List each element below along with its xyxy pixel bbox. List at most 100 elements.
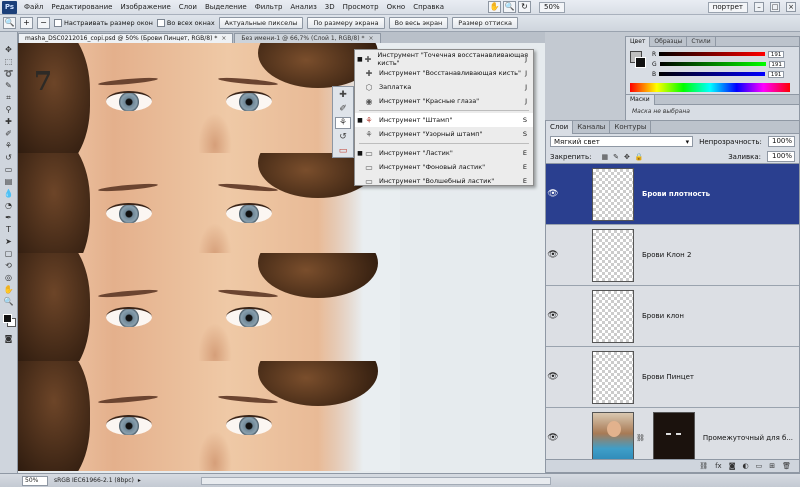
r-slider[interactable]: R 191 xyxy=(652,50,785,58)
menu-view[interactable]: Просмотр xyxy=(339,3,383,11)
resize-windows-checkbox[interactable]: Настраивать размер окон xyxy=(54,19,153,27)
fill-field[interactable]: 100% xyxy=(767,151,795,162)
dodge-tool-icon[interactable]: ◔ xyxy=(2,200,16,211)
layer-mask-thumbnail[interactable] xyxy=(652,411,695,459)
visibility-eye-icon[interactable]: 👁 xyxy=(546,311,560,321)
print-size-button[interactable]: Размер оттиска xyxy=(452,17,519,29)
horizontal-scrollbar[interactable] xyxy=(200,476,551,485)
tab-paths[interactable]: Контуры xyxy=(610,120,652,134)
gradient-tool-icon[interactable]: ▤ xyxy=(2,176,16,187)
tab-masks[interactable]: Маски xyxy=(626,94,655,105)
link-layers-icon[interactable]: ⛓ xyxy=(699,462,708,470)
all-windows-checkbox[interactable]: Во всех окнах xyxy=(156,19,215,27)
hand-tool-icon[interactable]: ✋ xyxy=(2,284,16,295)
brush-tool-icon[interactable]: ✐ xyxy=(2,128,16,139)
flyout-item-spot-healing[interactable]: ■ ✚ Инструмент "Точечная восстанавливающая… xyxy=(355,51,533,67)
new-layer-icon[interactable]: ⊞ xyxy=(769,462,775,470)
close-icon[interactable]: × xyxy=(786,2,796,12)
b-slider[interactable]: B 191 xyxy=(652,70,785,78)
lock-transparent-icon[interactable]: ▦ xyxy=(601,153,608,161)
eraser-tool-icon[interactable]: ▭ xyxy=(2,164,16,175)
fill-screen-button[interactable]: Во весь экран xyxy=(388,17,449,29)
status-zoom-field[interactable]: 50% xyxy=(22,475,48,486)
new-group-icon[interactable]: ▭ xyxy=(756,462,763,470)
visibility-eye-icon[interactable]: 👁 xyxy=(546,189,560,199)
maximize-icon[interactable]: □ xyxy=(770,2,780,12)
pen-tool-icon[interactable]: ✒ xyxy=(2,212,16,223)
layer-row[interactable]: 👁 Брови Пинцет xyxy=(546,347,799,408)
b-value-field[interactable]: 191 xyxy=(768,70,785,78)
menu-image[interactable]: Изображение xyxy=(116,3,174,11)
tab-layers[interactable]: Слои xyxy=(546,120,574,134)
flyout-item-magic-eraser[interactable]: ▭ Инструмент "Волшебный ластик" E xyxy=(355,174,533,188)
menu-3d[interactable]: 3D xyxy=(321,3,339,11)
eyedropper-tool-icon[interactable]: ⚲ xyxy=(2,104,16,115)
menu-file[interactable]: Файл xyxy=(20,3,47,11)
tab-swatches[interactable]: Образцы xyxy=(650,36,688,47)
color-spectrum[interactable] xyxy=(630,83,790,92)
layer-row[interactable]: 👁 Брови клон xyxy=(546,286,799,347)
foreground-color-swatch[interactable] xyxy=(2,314,12,323)
doc-tab-1[interactable]: masha_DSC0212016_copi.psd @ 50% (Брови П… xyxy=(18,33,234,43)
g-slider[interactable]: G 191 xyxy=(652,60,785,68)
flyout-item-eraser[interactable]: ■ ▭ Инструмент "Ластик" E xyxy=(355,146,533,160)
actual-pixels-button[interactable]: Актуальные пикселы xyxy=(218,17,304,29)
history-brush-tool-icon[interactable]: ↺ xyxy=(2,152,16,163)
minimize-icon[interactable]: – xyxy=(754,2,764,12)
hand-icon[interactable]: ✋ xyxy=(488,1,502,13)
tab-channels[interactable]: Каналы xyxy=(573,120,611,134)
lasso-tool-icon[interactable]: ➰ xyxy=(2,68,16,79)
workspace-dropdown[interactable]: портрет xyxy=(707,1,748,13)
zoom-level-dropdown[interactable]: 50% xyxy=(539,1,565,13)
close-tab-icon[interactable]: × xyxy=(221,35,226,42)
rotate-view-icon[interactable]: ↻ xyxy=(518,1,532,13)
r-value-field[interactable]: 191 xyxy=(768,50,785,58)
lock-position-icon[interactable]: ✥ xyxy=(624,153,630,161)
trash-icon[interactable]: 🗑 xyxy=(782,462,791,470)
visibility-eye-icon[interactable]: 👁 xyxy=(546,372,560,382)
zoom-tool-icon[interactable]: 🔍 xyxy=(2,296,16,307)
menu-layers[interactable]: Слои xyxy=(175,3,201,11)
close-tab-icon[interactable]: × xyxy=(368,35,373,42)
layer-style-icon[interactable]: fx xyxy=(715,462,722,470)
marquee-tool-icon[interactable]: ⬚ xyxy=(2,56,16,67)
lock-image-icon[interactable]: ✎ xyxy=(613,153,619,161)
lock-all-icon[interactable]: 🔒 xyxy=(635,153,644,161)
menu-help[interactable]: Справка xyxy=(409,3,448,11)
menu-filter[interactable]: Фильтр xyxy=(251,3,287,11)
menu-analysis[interactable]: Анализ xyxy=(286,3,320,11)
visibility-eye-icon[interactable]: 👁 xyxy=(546,250,560,260)
move-tool-icon[interactable]: ✥ xyxy=(2,44,16,55)
quick-mask-icon[interactable]: ◙ xyxy=(2,333,16,344)
zoom-tool-icon[interactable]: 🔍 xyxy=(503,1,517,13)
3d-camera-tool-icon[interactable]: ◎ xyxy=(2,272,16,283)
flyout-item-red-eye[interactable]: ◉ Инструмент "Красные глаза" J xyxy=(355,94,533,108)
flyout-item-healing-brush[interactable]: ✚ Инструмент "Восстанавливающая кисть" J xyxy=(355,66,533,80)
g-value-field[interactable]: 191 xyxy=(768,60,785,68)
fit-screen-button[interactable]: По размеру экрана xyxy=(307,17,385,29)
clone-stamp-tool-icon[interactable]: ⚘ xyxy=(2,140,16,151)
color-panel-fg-swatch[interactable] xyxy=(635,57,646,68)
history-brush-group-icon[interactable]: ↺ xyxy=(335,131,351,143)
blur-tool-icon[interactable]: 💧 xyxy=(2,188,16,199)
opacity-field[interactable]: 100% xyxy=(767,136,795,147)
blend-mode-dropdown[interactable]: Мягкий свет ▾ xyxy=(550,136,694,147)
add-mask-icon[interactable]: ◙ xyxy=(729,462,736,470)
shape-tool-icon[interactable]: ▢ xyxy=(2,248,16,259)
healing-tool-icon[interactable]: ✚ xyxy=(2,116,16,127)
zoom-in-icon[interactable]: + xyxy=(20,17,33,29)
clone-stamp-group-icon[interactable]: ⚘ xyxy=(335,116,351,130)
tab-styles[interactable]: Стили xyxy=(687,36,716,47)
flyout-item-patch[interactable]: ⬡ Заплатка J xyxy=(355,80,533,94)
zoom-tool-preset-icon[interactable]: 🔍 xyxy=(3,17,16,29)
eraser-group-icon[interactable]: ▭ xyxy=(335,145,351,157)
adjustment-layer-icon[interactable]: ◐ xyxy=(743,462,749,470)
flyout-item-clone-stamp[interactable]: ■ ⚘ Инструмент "Штамп" S xyxy=(355,113,533,127)
color-swatches[interactable] xyxy=(2,314,16,327)
status-menu-arrow-icon[interactable]: ▸ xyxy=(138,477,141,484)
menu-edit[interactable]: Редактирование xyxy=(47,3,116,11)
doc-tab-2[interactable]: Без имени-1 @ 66,7% (Слой 1, RGB/8) * × xyxy=(234,33,381,43)
flyout-item-pattern-stamp[interactable]: ⚘ Инструмент "Узорный штамп" S xyxy=(355,127,533,141)
flyout-item-background-eraser[interactable]: ▭ Инструмент "Фоновый ластик" E xyxy=(355,160,533,174)
type-tool-icon[interactable]: T xyxy=(2,224,16,235)
